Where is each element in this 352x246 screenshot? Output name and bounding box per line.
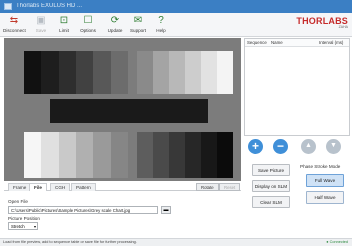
- move-down-button[interactable]: ▼: [326, 139, 341, 154]
- picture-position-select[interactable]: Stretch ▾: [8, 222, 38, 230]
- grey-step: [58, 51, 76, 94]
- grey-step: [185, 132, 201, 178]
- full-wave-button[interactable]: Full Wave: [306, 174, 344, 187]
- move-up-button[interactable]: ▲: [301, 139, 316, 154]
- limit-button[interactable]: ⊡ Limit: [53, 14, 75, 36]
- half-wave-button[interactable]: Half Wave: [306, 191, 344, 204]
- grey-step: [201, 132, 217, 178]
- help-icon: ?: [158, 15, 164, 26]
- window-title: Thorlabs EXULUS HD ...: [16, 3, 83, 9]
- grey-step: [93, 132, 111, 178]
- grey-step: [41, 51, 59, 94]
- open-file-label: Open File: [8, 199, 28, 204]
- limit-icon: ⊡: [59, 15, 69, 26]
- status-message: Load from file preview, add to sequence …: [3, 240, 137, 244]
- save-icon: ▣: [36, 15, 46, 26]
- minus-icon: −: [276, 139, 284, 153]
- grey-step: [24, 51, 42, 94]
- reset-button[interactable]: Reset: [219, 183, 241, 191]
- rotate-button[interactable]: Rotate: [196, 183, 219, 191]
- column-sequence: Sequence: [247, 40, 267, 45]
- limit-label: Limit: [59, 28, 69, 33]
- save-label: Save: [35, 28, 47, 33]
- picture-position-value: Stretch: [11, 224, 25, 229]
- update-label: Update: [107, 28, 123, 33]
- disconnect-icon: ⇆: [9, 15, 19, 26]
- grey-step: [153, 51, 169, 94]
- tab-file[interactable]: File: [29, 183, 47, 191]
- remove-button[interactable]: −: [273, 139, 288, 154]
- app-icon: [4, 3, 12, 10]
- phase-stroke-mode-label: Phase Stroke Mode: [300, 164, 341, 169]
- tab-cgh[interactable]: CGH: [50, 183, 71, 191]
- grey-panel-bottom-right: [137, 132, 233, 178]
- sequence-table-header: Sequence Name Interval (ms): [245, 39, 349, 47]
- status-bar: Load from file preview, add to sequence …: [0, 238, 352, 246]
- sequence-table[interactable]: Sequence Name Interval (ms): [244, 38, 350, 136]
- brand-subtitle: ZAHA: [338, 25, 348, 29]
- grey-step: [93, 51, 111, 94]
- disconnect-button[interactable]: ⇆ Disconnect: [3, 14, 26, 36]
- save-picture-button[interactable]: Save Picture: [252, 164, 290, 176]
- black-bar: [50, 99, 208, 123]
- grey-step: [185, 51, 201, 94]
- arrow-up-icon: ▲: [305, 142, 312, 149]
- clear-slm-button[interactable]: Clear SLM: [252, 196, 290, 208]
- add-button[interactable]: +: [248, 139, 263, 154]
- tab-frame[interactable]: Frame: [8, 183, 32, 191]
- grey-step: [41, 132, 59, 178]
- update-icon: ⟳: [110, 15, 120, 26]
- grey-step: [169, 132, 185, 178]
- save-button[interactable]: ▣ Save: [30, 14, 52, 36]
- grey-step: [153, 132, 169, 178]
- grey-step: [110, 51, 128, 94]
- grey-step: [110, 132, 128, 178]
- grey-step: [217, 51, 233, 94]
- column-interval: Interval (ms): [319, 40, 344, 45]
- help-label: Help: [156, 28, 166, 33]
- arrow-down-icon: ▼: [330, 142, 337, 149]
- grey-step: [201, 51, 217, 94]
- help-button[interactable]: ? Help: [150, 14, 172, 36]
- file-tab-panel: Open File C:\Users\Public\Pictures\Sampl…: [4, 192, 241, 236]
- folder-icon: ▬: [163, 207, 169, 213]
- settings-tabs: Frame File CGH Pattern Rotate Reset: [4, 183, 241, 191]
- grey-step: [137, 132, 153, 178]
- title-bar: Thorlabs EXULUS HD ...: [0, 0, 352, 13]
- plus-icon: +: [251, 139, 259, 153]
- column-name: Name: [271, 40, 283, 45]
- connection-status: ● Connected: [326, 240, 348, 244]
- grey-step: [58, 132, 76, 178]
- support-label: Support: [129, 28, 147, 33]
- picture-position-label: Picture Position: [8, 216, 40, 221]
- grey-step: [137, 51, 153, 94]
- update-button[interactable]: ⟳ Update: [104, 14, 126, 36]
- chevron-down-icon: ▾: [33, 224, 36, 229]
- disconnect-label: Disconnect: [3, 28, 26, 33]
- options-button[interactable]: ☐ Options: [77, 14, 99, 36]
- file-path-input[interactable]: C:\Users\Public\Pictures\Sample Pictures…: [8, 206, 158, 214]
- grey-panel-bottom-left: [24, 132, 128, 178]
- browse-button[interactable]: ▬: [161, 206, 171, 214]
- options-label: Options: [80, 28, 96, 33]
- options-icon: ☐: [83, 15, 93, 26]
- grey-step: [75, 132, 94, 178]
- support-icon: ✉: [133, 15, 143, 26]
- tab-pattern[interactable]: Pattern: [71, 183, 96, 191]
- grey-step: [217, 132, 233, 178]
- grey-step: [24, 132, 42, 178]
- toolbar: ⇆ Disconnect ▣ Save ⊡ Limit ☐ Options ⟳ …: [0, 13, 352, 37]
- grey-panel-top-right: [137, 51, 233, 94]
- display-on-slm-button[interactable]: Display on SLM: [252, 180, 290, 192]
- support-button[interactable]: ✉ Support: [127, 14, 149, 36]
- grey-step: [169, 51, 185, 94]
- grey-step: [75, 51, 94, 94]
- grey-panel-top-left: [24, 51, 128, 94]
- slm-preview: [4, 38, 241, 181]
